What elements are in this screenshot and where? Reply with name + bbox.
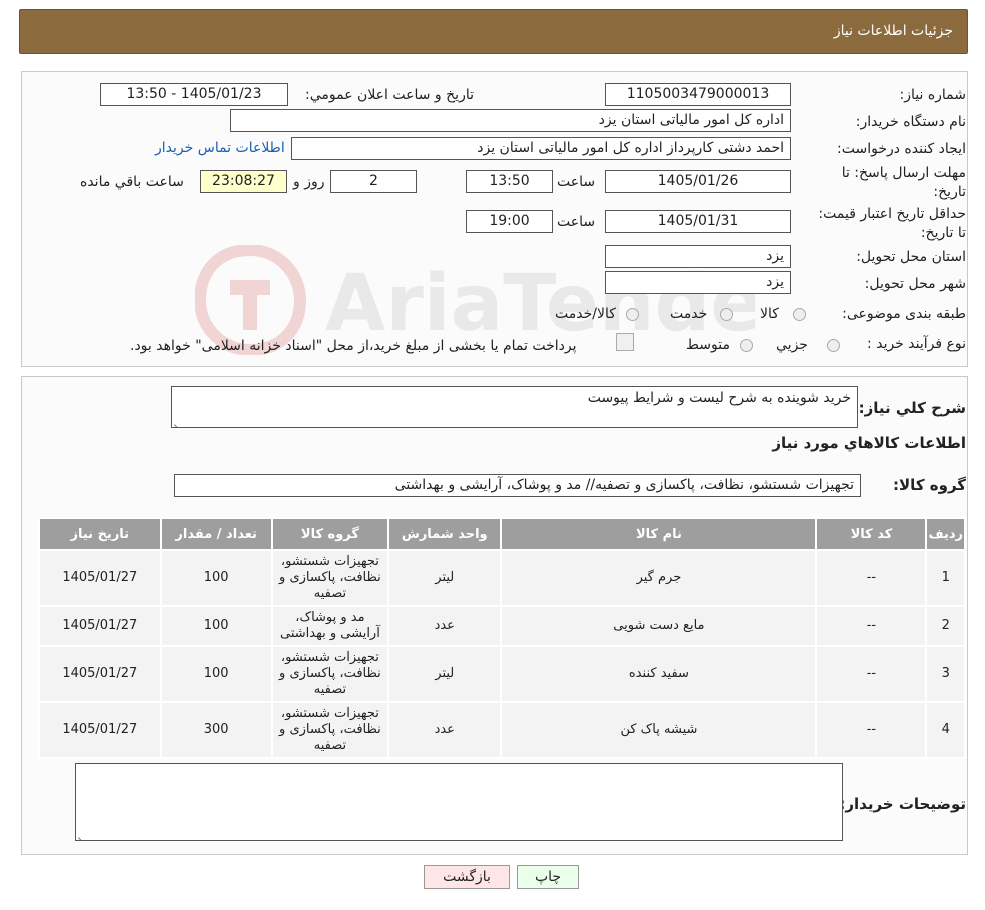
cell-code: --: [815, 549, 928, 607]
validity-time-field: 19:00: [466, 210, 553, 233]
category-option-goods-service: کالا/خدمت: [555, 306, 616, 322]
cell-qty: 100: [159, 549, 273, 607]
days-field: 2: [330, 170, 417, 193]
cell-name: جرم گیر: [500, 549, 818, 607]
cell-row: 2: [925, 605, 966, 647]
category-radio-goods-service[interactable]: [626, 308, 639, 321]
deadline-date-field: 1405/01/26: [605, 170, 791, 193]
header-group: گروه کالا: [270, 517, 390, 551]
cell-unit: عدد: [387, 701, 503, 759]
summary-label: شرح کلي نیاز:: [858, 399, 966, 417]
cell-qty: 100: [159, 645, 273, 703]
cell-name: سفید کننده: [500, 645, 818, 703]
table-row: 3 -- سفید کننده لیتر تجهیزات شستشو، نظاف…: [38, 645, 966, 703]
category-option-goods: کالا: [760, 306, 779, 322]
buyer-notes-label: توضیحات خریدار:: [839, 795, 966, 813]
cell-name: شیشه پاک کن: [500, 701, 818, 759]
cell-group: تجهیزات شستشو، نظافت، پاکسازی و تصفیه: [270, 645, 390, 703]
summary-field: خرید شوینده به شرح لیست و شرایط پیوست: [171, 386, 858, 428]
table-row: 4 -- شیشه پاک کن عدد تجهیزات شستشو، نظاف…: [38, 701, 966, 759]
province-field: یزد: [605, 245, 791, 268]
header-code: کد کالا: [815, 517, 928, 551]
process-note: پرداخت تمام یا بخشی از مبلغ خرید،از محل …: [130, 338, 577, 354]
cell-group: تجهیزات شستشو، نظافت، پاکسازی و تصفیه: [270, 549, 390, 607]
category-radio-service[interactable]: [720, 308, 733, 321]
days-label: روز و: [293, 174, 325, 190]
need-number-field: 1105003479000013: [605, 83, 791, 106]
remaining-time-field: 23:08:27: [200, 170, 287, 193]
process-option-minor: جزیي: [776, 337, 808, 353]
resize-handle-icon[interactable]: [78, 830, 86, 838]
cell-code: --: [815, 645, 928, 703]
print-button[interactable]: چاپ: [517, 865, 579, 889]
category-option-service: خدمت: [670, 306, 708, 322]
need-number-label: شماره نیاز:: [899, 87, 967, 103]
buyer-contact-link[interactable]: اطلاعات تماس خریدار: [155, 140, 285, 156]
announce-label: تاریخ و ساعت اعلان عمومي:: [305, 87, 474, 103]
cell-group: تجهیزات شستشو، نظافت، پاکسازی و تصفیه: [270, 701, 390, 759]
cell-code: --: [815, 605, 928, 647]
header-row-num: ردیف: [925, 517, 966, 551]
goods-table: ردیف کد کالا نام کالا واحد شمارش گروه کا…: [38, 517, 966, 759]
table-header-row: ردیف کد کالا نام کالا واحد شمارش گروه کا…: [38, 517, 966, 551]
buyer-notes-field[interactable]: [75, 763, 843, 841]
city-field: یزد: [605, 271, 791, 294]
creator-field: احمد دشتی کارپرداز اداره کل امور مالیاتی…: [291, 137, 791, 160]
back-button[interactable]: بازگشت: [424, 865, 510, 889]
deadline-time-label: ساعت: [557, 174, 596, 190]
validity-time-label: ساعت: [557, 214, 596, 230]
page-header: جزئیات اطلاعات نیاز: [19, 9, 968, 54]
header-name: نام کالا: [500, 517, 818, 551]
cell-date: 1405/01/27: [38, 701, 162, 759]
cell-qty: 300: [159, 701, 273, 759]
page-title: جزئیات اطلاعات نیاز: [833, 23, 953, 39]
summary-text: خرید شوینده به شرح لیست و شرایط پیوست: [587, 390, 851, 406]
table-row: 2 -- مایع دست شویی عدد مد و پوشاک، آرایش…: [38, 605, 966, 647]
validity-date-field: 1405/01/31: [605, 210, 791, 233]
cell-unit: لیتر: [387, 549, 503, 607]
validity-label: حداقل تاریخ اعتبار قیمت: تا تاریخ:: [818, 206, 966, 241]
creator-label: ایجاد کننده درخواست:: [837, 141, 966, 157]
announce-field: 1405/01/23 - 13:50: [100, 83, 288, 106]
buyer-org-field: اداره کل امور مالیاتی استان یزد: [230, 109, 791, 132]
header-unit: واحد شمارش: [387, 517, 503, 551]
cell-date: 1405/01/27: [38, 549, 162, 607]
process-radio-medium[interactable]: [740, 339, 753, 352]
cell-row: 4: [925, 701, 966, 759]
cell-date: 1405/01/27: [38, 605, 162, 647]
treasury-checkbox[interactable]: [616, 333, 634, 351]
header-qty: تعداد / مقدار: [159, 517, 273, 551]
goods-table-wrapper: ردیف کد کالا نام کالا واحد شمارش گروه کا…: [38, 517, 966, 759]
cell-name: مایع دست شویی: [500, 605, 818, 647]
resize-handle-icon[interactable]: [174, 417, 182, 425]
cell-code: --: [815, 701, 928, 759]
deadline-label: مهلت ارسال پاسخ: تا تاریخ:: [841, 165, 966, 200]
table-row: 1 -- جرم گیر لیتر تجهیزات شستشو، نظافت، …: [38, 549, 966, 607]
buyer-org-label: نام دستگاه خریدار:: [855, 114, 966, 130]
cell-unit: عدد: [387, 605, 503, 647]
process-option-medium: متوسط: [686, 337, 730, 353]
category-radio-goods[interactable]: [793, 308, 806, 321]
goods-heading: اطلاعات کالاهاي مورد نیاز: [772, 434, 966, 452]
cell-qty: 100: [159, 605, 273, 647]
remaining-label: ساعت باقي مانده: [80, 174, 184, 190]
process-label: نوع فرآیند خرید :: [867, 336, 966, 352]
cell-date: 1405/01/27: [38, 645, 162, 703]
process-radio-minor[interactable]: [827, 339, 840, 352]
cell-row: 1: [925, 549, 966, 607]
category-label: طبقه بندی موضوعی:: [842, 306, 966, 322]
goods-group-field: تجهیزات شستشو، نظافت، پاکسازی و تصفیه// …: [174, 474, 861, 497]
cell-unit: لیتر: [387, 645, 503, 703]
header-date: تاریخ نیاز: [38, 517, 162, 551]
deadline-time-field: 13:50: [466, 170, 553, 193]
cell-row: 3: [925, 645, 966, 703]
cell-group: مد و پوشاک، آرایشی و بهداشتی: [270, 605, 390, 647]
province-label: استان محل تحویل:: [856, 249, 966, 265]
goods-group-label: گروه کالا:: [893, 476, 966, 494]
city-label: شهر محل تحویل:: [864, 276, 966, 292]
